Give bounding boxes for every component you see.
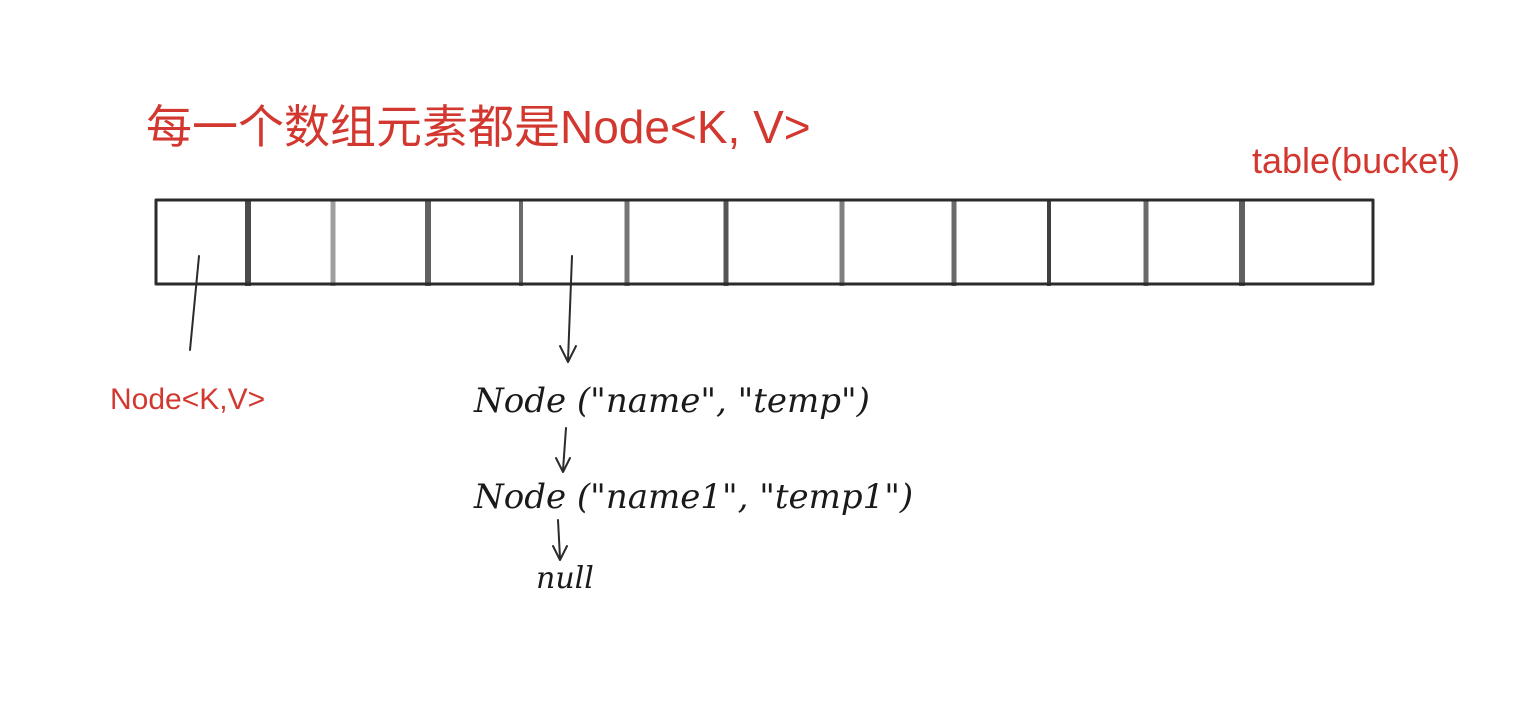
table-label: table(bucket) — [1252, 140, 1460, 181]
bucket-dividers — [245, 200, 1245, 286]
slot-label: Node<K,V> — [110, 383, 265, 416]
slot-pointer-line — [189, 255, 200, 351]
chain-node-2: Node ("name1", "temp1") — [473, 477, 913, 517]
node2-to-null-arrow — [552, 519, 568, 561]
bucket-to-node-arrow — [559, 255, 577, 363]
node1-to-node2-arrow — [555, 427, 571, 473]
table-array — [154, 198, 1375, 286]
chain-null: null — [536, 561, 594, 596]
chain-node-1: Node ("name", "temp") — [473, 381, 870, 421]
diagram-title: 每一个数组元素都是Node<K, V> — [146, 101, 811, 153]
hashmap-diagram: 每一个数组元素都是Node<K, V> table(bucket) Node<K… — [110, 101, 1460, 596]
diagram-canvas: 每一个数组元素都是Node<K, V> table(bucket) Node<K… — [0, 0, 1536, 714]
